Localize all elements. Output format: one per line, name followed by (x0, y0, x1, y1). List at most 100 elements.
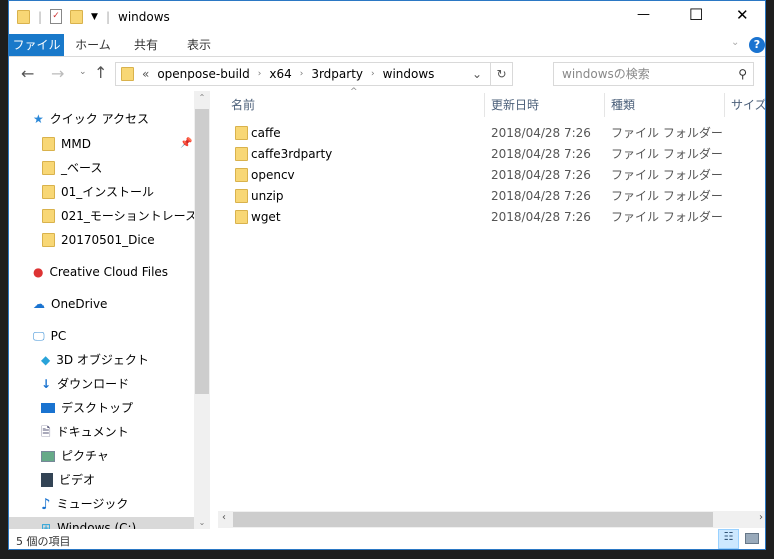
column-size[interactable]: サイズ (725, 93, 765, 117)
star-icon: ★ (33, 112, 44, 126)
close-button[interactable]: ✕ (736, 6, 749, 24)
file-row[interactable]: unzip 2018/04/28 7:26 ファイル フォルダー (231, 186, 751, 207)
new-folder-icon[interactable] (70, 9, 84, 24)
file-date: 2018/04/28 7:26 (491, 210, 591, 224)
breadcrumb-windows[interactable]: windows (383, 67, 435, 81)
nav-label: 01_インストール (61, 185, 155, 199)
nav-label: 021_モーショントレース (61, 209, 198, 223)
document-icon: 🗎 (41, 425, 51, 439)
nav-item-base[interactable]: _ベース (42, 157, 210, 179)
status-item-count: 5 個の項目 (16, 535, 71, 548)
file-date: 2018/04/28 7:26 (491, 168, 591, 182)
nav-documents[interactable]: 🗎 ドキュメント (41, 421, 210, 443)
horizontal-scrollbar-thumb[interactable] (233, 512, 713, 527)
nav-item-motion-trace[interactable]: 021_モーショントレース (42, 205, 210, 227)
nav-downloads[interactable]: ↓ ダウンロード (41, 373, 210, 395)
back-button[interactable]: ← (21, 64, 34, 83)
nav-label: ダウンロード (57, 377, 130, 391)
column-name[interactable]: 名前 (225, 93, 485, 117)
file-date: 2018/04/28 7:26 (491, 126, 591, 140)
breadcrumb-3rdparty[interactable]: 3rdparty (311, 67, 363, 81)
breadcrumb-openpose-build[interactable]: openpose-build (157, 67, 249, 81)
address-dropdown-icon[interactable]: ⌄ (472, 67, 482, 81)
file-name: caffe (251, 126, 281, 140)
desktop-icon (41, 403, 55, 413)
folder-icon (42, 185, 55, 199)
nav-scrollbar[interactable]: ⌃ ⌄ (194, 91, 210, 529)
nav-windows-c[interactable]: ⊞ Windows (C:) (9, 517, 194, 529)
breadcrumb-x64[interactable]: x64 (269, 67, 291, 81)
file-row[interactable]: caffe3rdparty 2018/04/28 7:26 ファイル フォルダー (231, 144, 751, 165)
nav-label: _ベース (61, 161, 103, 175)
folder-icon (235, 210, 248, 224)
nav-label: デスクトップ (61, 401, 134, 415)
nav-item-install[interactable]: 01_インストール (42, 181, 210, 203)
nav-label: Windows (C:) (57, 521, 137, 529)
minimize-button[interactable]: — (637, 7, 650, 22)
address-bar[interactable]: « openpose-build › x64 › 3rdparty › windows… (115, 62, 513, 86)
expand-ribbon-icon[interactable]: ⌄ (731, 37, 739, 48)
pc-icon: 🖵 (33, 329, 45, 343)
navigation-pane[interactable]: ★ クイック アクセス MMD 📌 _ベース 01_インストール 021_モーション… (9, 91, 210, 529)
nav-quick-access[interactable]: ★ クイック アクセス (33, 108, 210, 130)
nav-onedrive[interactable]: ☁ OneDrive (33, 293, 210, 315)
nav-pictures[interactable]: ピクチャ (41, 445, 210, 467)
nav-music[interactable]: ♪ ミュージック (41, 493, 210, 515)
tab-view[interactable]: 表示 (177, 34, 221, 56)
cloud-icon: ☁ (33, 297, 45, 311)
nav-label: OneDrive (51, 297, 108, 311)
folder-icon (42, 137, 55, 151)
quick-access-toolbar: | ✓ ▼ | windows (17, 9, 170, 24)
up-button[interactable]: ↑ (94, 63, 107, 82)
file-name: opencv (251, 168, 295, 182)
breadcrumb-overflow[interactable]: « (142, 67, 149, 81)
customize-toolbar-icon[interactable]: ▼ (91, 12, 98, 22)
nav-3d-objects[interactable]: ◆ 3D オブジェクト (41, 349, 210, 371)
nav-item-dice[interactable]: 20170501_Dice (42, 229, 210, 251)
nav-item-mmd[interactable]: MMD 📌 (42, 133, 210, 155)
file-name: wget (251, 210, 281, 224)
nav-label: 20170501_Dice (61, 233, 155, 247)
file-row[interactable]: caffe 2018/04/28 7:26 ファイル フォルダー (231, 123, 751, 144)
refresh-button[interactable]: ↻ (490, 63, 512, 85)
file-name: unzip (251, 189, 284, 203)
nav-pc[interactable]: 🖵 PC (33, 325, 210, 347)
maximize-button[interactable]: ☐ (689, 5, 703, 24)
creative-cloud-icon: ● (33, 265, 44, 279)
tab-home[interactable]: ホーム (69, 34, 117, 56)
column-type[interactable]: 種類 (605, 93, 725, 117)
large-icons-view-button[interactable] (745, 533, 759, 544)
forward-button[interactable]: → (51, 64, 64, 83)
tab-share[interactable]: 共有 (124, 34, 168, 56)
nav-videos[interactable]: ビデオ (41, 469, 210, 491)
drive-icon: ⊞ (41, 521, 52, 529)
file-date: 2018/04/28 7:26 (491, 147, 591, 161)
file-row[interactable]: wget 2018/04/28 7:26 ファイル フォルダー (231, 207, 751, 228)
folder-icon (42, 209, 55, 223)
file-date: 2018/04/28 7:26 (491, 189, 591, 203)
details-view-button[interactable]: ☷ (718, 529, 739, 549)
file-name: caffe3rdparty (251, 147, 333, 161)
file-type: ファイル フォルダー (611, 168, 723, 182)
pin-icon[interactable]: 📌 (180, 133, 192, 155)
search-icon: ⚲ (738, 67, 747, 81)
nav-scrollbar-thumb[interactable] (195, 109, 209, 394)
recent-locations-icon[interactable]: ⌄ (79, 67, 87, 77)
folder-icon (42, 161, 55, 175)
nav-creative-cloud[interactable]: ● Creative Cloud Files (33, 261, 210, 283)
column-date[interactable]: 更新日時 (485, 93, 605, 117)
horizontal-scrollbar[interactable]: ‹ › (218, 511, 765, 528)
properties-icon[interactable]: ✓ (50, 9, 63, 24)
help-icon[interactable]: ? (749, 37, 765, 53)
nav-label: ドキュメント (56, 425, 129, 439)
nav-label: 3D オブジェクト (56, 353, 149, 367)
nav-label: Creative Cloud Files (49, 265, 169, 279)
search-input[interactable]: windowsの検索 ⚲ (553, 62, 754, 86)
tab-file[interactable]: ファイル (9, 34, 64, 56)
folder-icon (235, 189, 248, 203)
nav-label: ピクチャ (61, 449, 109, 463)
nav-desktop[interactable]: デスクトップ (41, 397, 210, 419)
file-row[interactable]: opencv 2018/04/28 7:26 ファイル フォルダー (231, 165, 751, 186)
download-icon: ↓ (41, 377, 52, 391)
nav-label: ミュージック (56, 497, 129, 511)
